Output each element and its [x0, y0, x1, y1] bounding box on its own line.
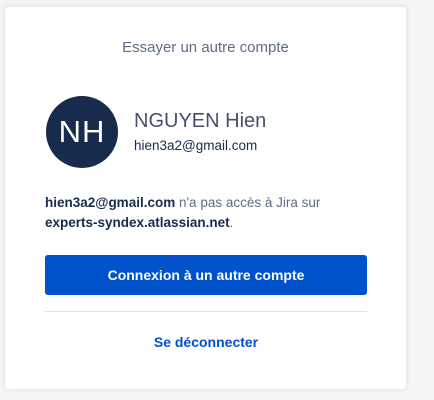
- user-email: hien3a2@gmail.com: [134, 138, 258, 153]
- message-email: hien3a2@gmail.com: [45, 195, 176, 210]
- message-text: n'a pas accès à Jira sur: [175, 195, 321, 210]
- logout-link[interactable]: Se déconnecter: [45, 334, 367, 350]
- user-name: NGUYEN Hien: [134, 110, 267, 132]
- message-end: .: [229, 215, 234, 230]
- access-message: hien3a2@gmail.com n'a pas accès à Jira s…: [45, 193, 375, 233]
- avatar: NH: [46, 96, 118, 168]
- card-heading: Essayer un autre compte: [122, 39, 289, 56]
- message-site: experts-syndex.atlassian.net: [45, 215, 230, 230]
- avatar-initials: NH: [58, 114, 106, 149]
- divider: [45, 311, 367, 312]
- account-switch-card: Essayer un autre compte NH NGUYEN Hien h…: [5, 7, 406, 389]
- login-another-account-button[interactable]: Connexion à un autre compte: [45, 255, 367, 295]
